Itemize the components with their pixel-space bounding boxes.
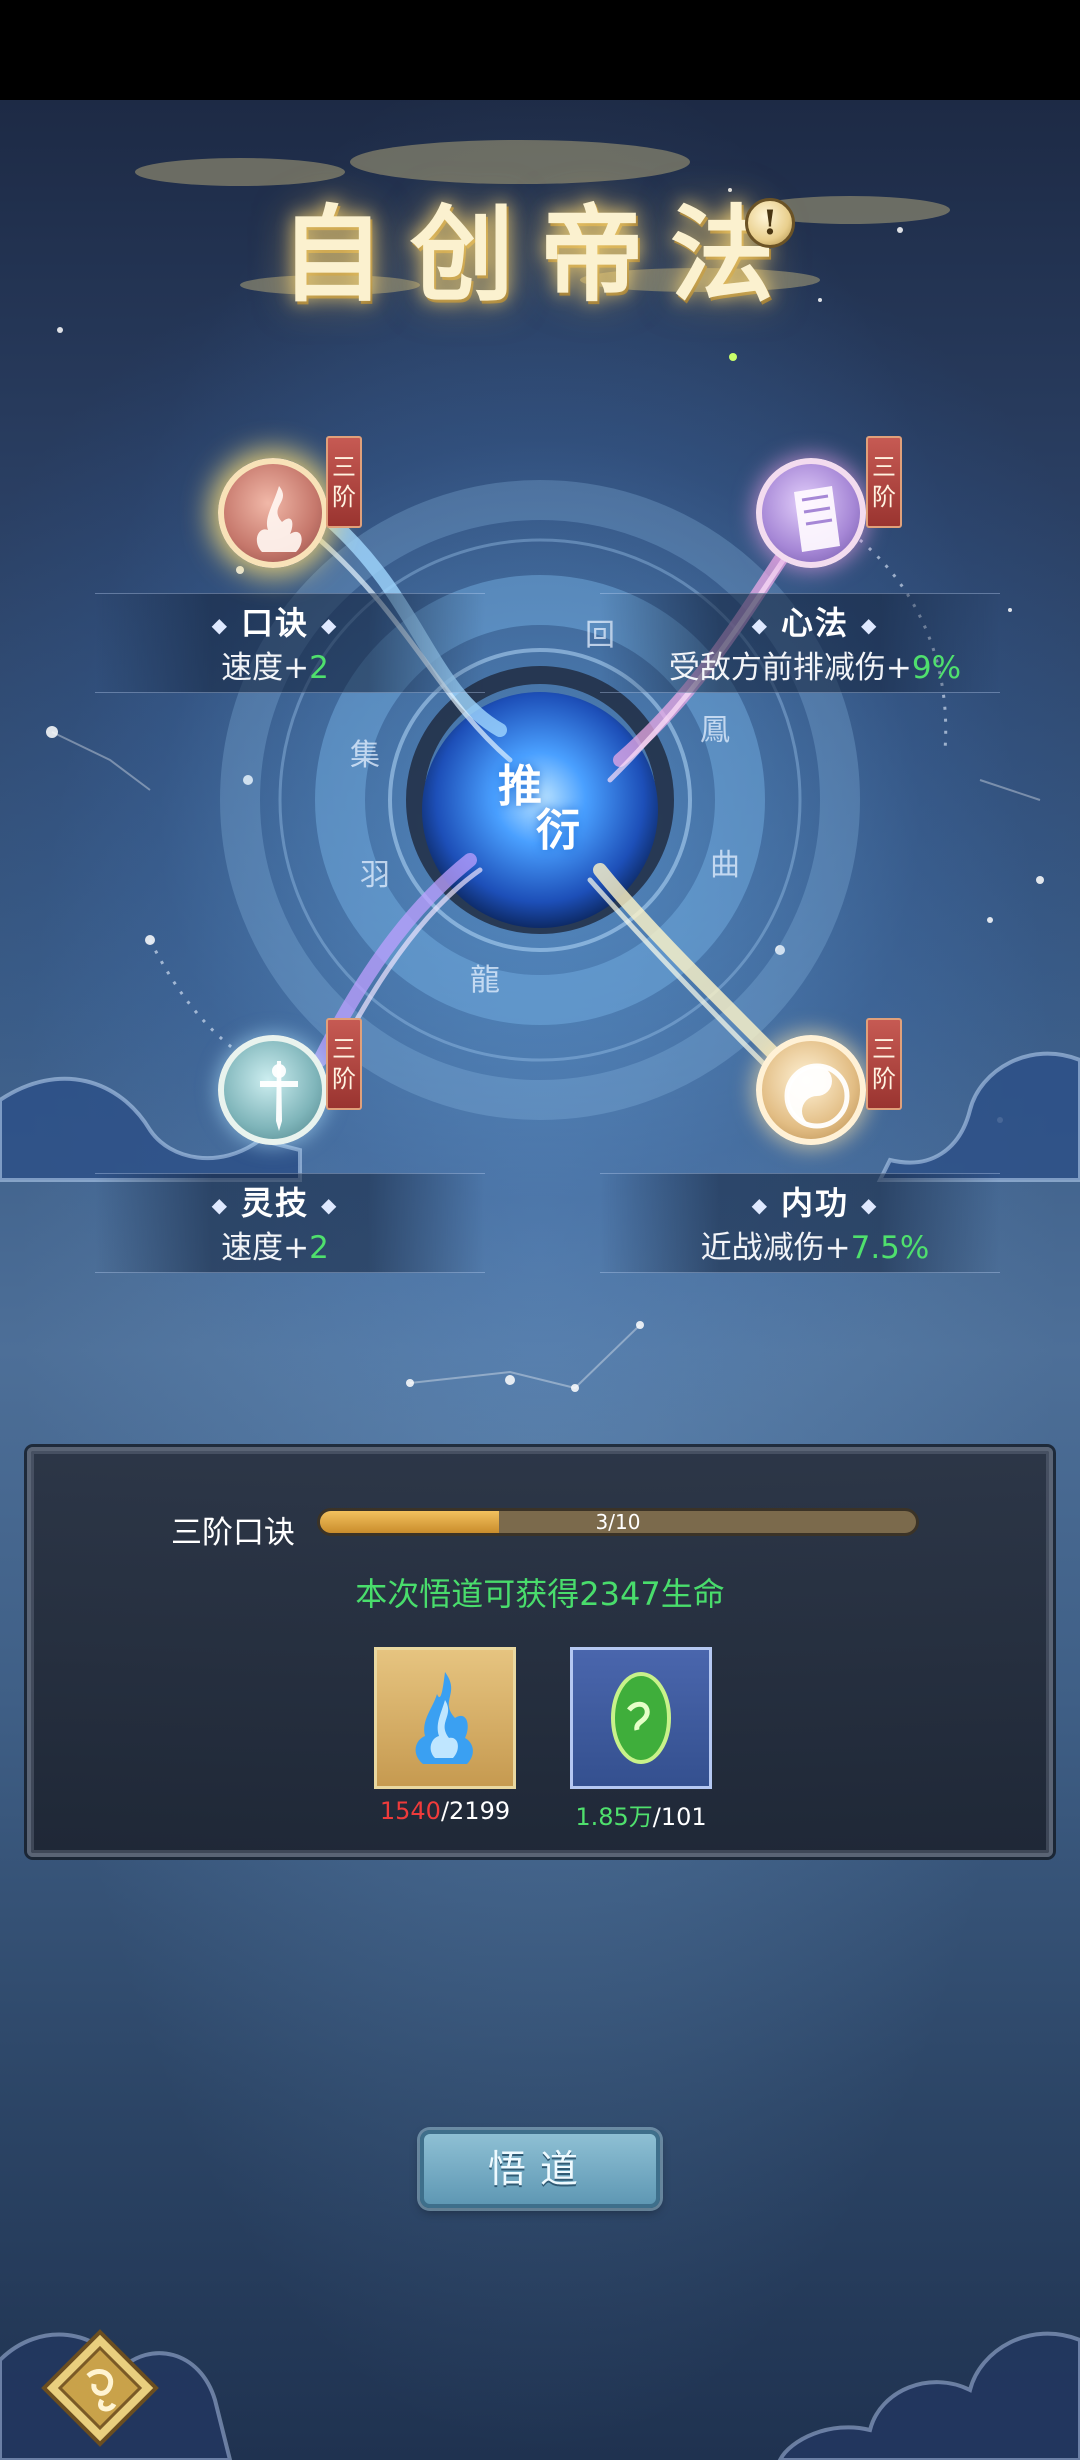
skill-stat-koujue: 速度+2 — [221, 650, 329, 686]
skill-name-koujue: ◆ 口诀 ◆ — [211, 604, 339, 642]
comprehension-panel: 三阶口诀 3/10 本次悟道可获得2347生命 1540/2199 1.85万/… — [27, 1447, 1053, 1857]
flame-icon — [256, 486, 302, 552]
diamond-right-icon: ◆ — [861, 1193, 879, 1217]
skill-node-lingji[interactable] — [218, 1035, 328, 1145]
gain-text: 本次悟道可获得2347生命 — [355, 1575, 725, 1613]
diamond-menu-icon[interactable] — [40, 2328, 160, 2448]
taiji-icon — [784, 1063, 850, 1129]
tier-badge-xinfa: 三阶 — [866, 436, 902, 528]
orb-char-1: 推 — [498, 761, 542, 812]
orb-char-2: 衍 — [536, 805, 580, 856]
skill-name-lingji: ◆ 灵技 ◆ — [211, 1184, 339, 1222]
skill-stat-lingji: 速度+2 — [221, 1230, 329, 1266]
svg-text:鳳: 鳳 — [700, 713, 730, 748]
svg-text:龍: 龍 — [470, 963, 500, 998]
progress-text: 3/10 — [595, 1510, 641, 1534]
page-title: 自创帝法 — [279, 193, 800, 316]
svg-text:羽: 羽 — [360, 858, 390, 893]
sword-icon — [260, 1061, 298, 1131]
diamond-left-icon: ◆ — [751, 1193, 769, 1217]
bottom-clouds — [0, 2331, 1080, 2460]
diamond-right-icon: ◆ — [321, 1193, 339, 1217]
blue-flame-icon — [415, 1672, 473, 1764]
diamond-right-icon: ◆ — [861, 613, 879, 637]
green-star — [729, 353, 737, 361]
wudao-button[interactable]: 悟道 — [420, 2130, 660, 2208]
book-icon — [794, 486, 840, 552]
skill-node-neigong[interactable] — [756, 1035, 866, 1145]
svg-text:曲: 曲 — [710, 848, 740, 883]
progress-bar: 3/10 — [317, 1508, 919, 1536]
material-slot-2[interactable] — [570, 1647, 712, 1789]
skill-name-xinfa: ◆ 心法 ◆ — [751, 604, 879, 642]
material-slot-1[interactable] — [374, 1647, 516, 1789]
svg-text:集: 集 — [350, 738, 380, 773]
material-count-1: 1540/2199 — [379, 1797, 511, 1825]
diamond-right-icon: ◆ — [321, 613, 339, 637]
game-screen: 回集鳳 曲羽龍 — [0, 0, 1080, 2460]
skill-node-xinfa[interactable] — [756, 458, 866, 568]
skill-stat-xinfa: 受敌方前排减伤+9% — [668, 650, 962, 686]
exclamation-icon: ! — [762, 203, 778, 243]
diamond-left-icon: ◆ — [211, 1193, 229, 1217]
green-jade-icon — [611, 1672, 671, 1764]
deduce-orb-label[interactable]: 推 衍 — [490, 755, 590, 865]
tier-badge-lingji: 三阶 — [326, 1018, 362, 1110]
skill-node-koujue[interactable] — [218, 458, 328, 568]
info-button[interactable]: ! — [745, 198, 795, 248]
tier-badge-koujue: 三阶 — [326, 436, 362, 528]
tier-badge-neigong: 三阶 — [866, 1018, 902, 1110]
diamond-left-icon: ◆ — [751, 613, 769, 637]
skill-stat-neigong: 近战减伤+7.5% — [700, 1230, 930, 1266]
material-count-2: 1.85万/101 — [575, 1803, 707, 1831]
diamond-left-icon: ◆ — [211, 613, 229, 637]
skill-name-neigong: ◆ 内功 ◆ — [751, 1184, 879, 1222]
